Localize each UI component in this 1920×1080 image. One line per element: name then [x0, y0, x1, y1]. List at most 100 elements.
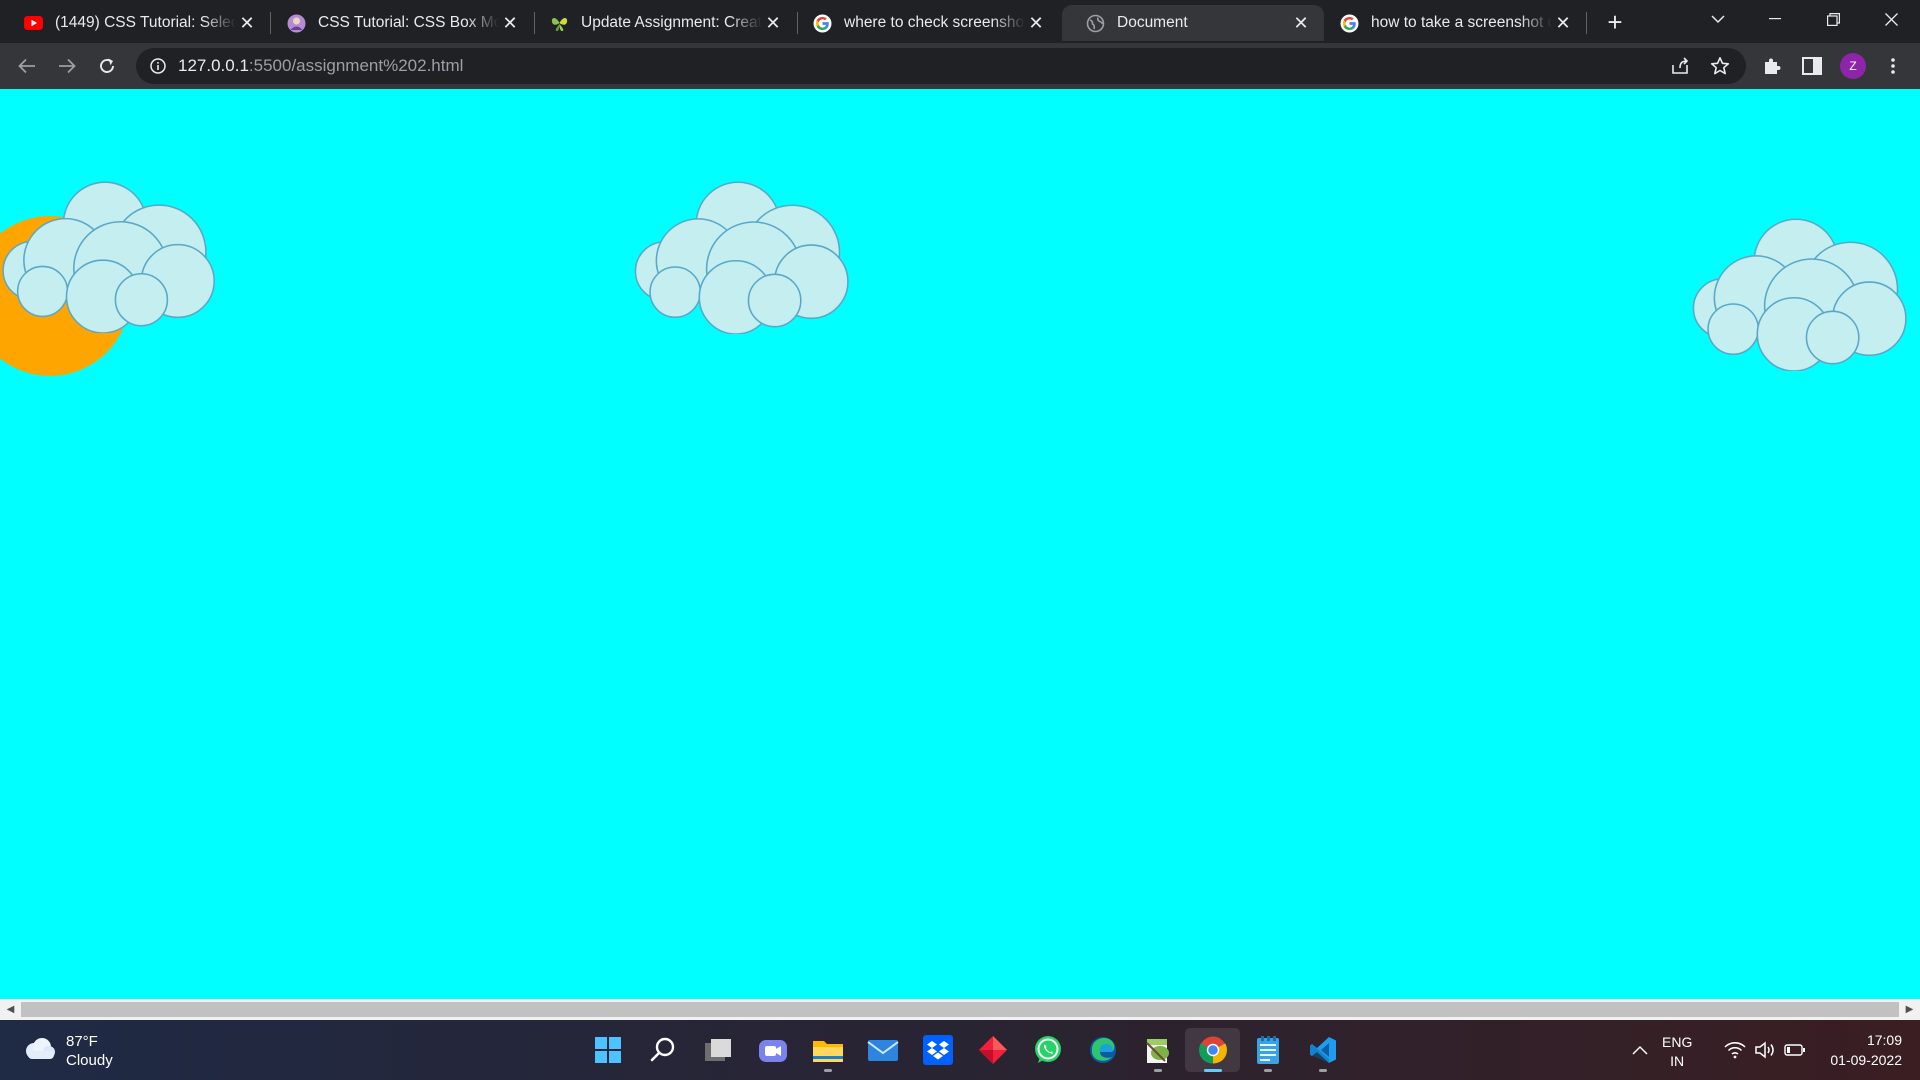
running-indicator: [1263, 1069, 1272, 1072]
mail-icon: [866, 1040, 899, 1061]
new-tab-button[interactable]: +: [1600, 7, 1630, 37]
tab-title: Document: [1117, 14, 1188, 31]
tab-title: where to check screenshot: [844, 14, 1025, 31]
running-indicator: [823, 1069, 832, 1072]
start-button[interactable]: [580, 1028, 635, 1072]
running-indicator: [1203, 1069, 1222, 1072]
taskbar: 87°F Cloudy ENG IN 17:09 01-09-2022: [0, 1020, 1920, 1080]
dropbox-button[interactable]: [910, 1028, 965, 1072]
close-tab-icon[interactable]: ✕: [1290, 12, 1312, 34]
battery-icon[interactable]: [1784, 1020, 1806, 1080]
teams-chat-icon: [758, 1040, 787, 1062]
search-icon: [650, 1037, 674, 1062]
close-tab-icon[interactable]: ✕: [499, 12, 521, 34]
vscode-icon: [1309, 1037, 1336, 1063]
dropbox-icon: [922, 1035, 953, 1065]
task-view-button[interactable]: [690, 1028, 745, 1072]
weather-widget[interactable]: 87°F Cloudy: [22, 1032, 113, 1070]
youtube-icon: [24, 14, 43, 33]
chrome-button[interactable]: [1185, 1028, 1240, 1072]
address-bar[interactable]: 127.0.0.1:5500/assignment%202.html: [136, 48, 1746, 84]
tab-document[interactable]: Document ✕: [1062, 5, 1324, 41]
profile-avatar[interactable]: Z: [1840, 53, 1866, 79]
butterfly-icon: [550, 14, 569, 33]
close-tab-icon[interactable]: ✕: [236, 12, 258, 34]
bookmark-star-icon[interactable]: [1710, 56, 1730, 81]
show-hidden-icons-chevron-icon[interactable]: [1632, 1020, 1648, 1080]
reload-icon[interactable]: [92, 51, 122, 81]
tab-title: (1449) CSS Tutorial: Selectors: [55, 14, 236, 31]
url-host: 127.0.0.1: [178, 56, 249, 75]
red-diamond-app-button[interactable]: [965, 1028, 1020, 1072]
language-region: IN: [1670, 1053, 1685, 1069]
tab-how-to-take-screenshot[interactable]: how to take a screenshot on ✕: [1316, 5, 1586, 41]
edge-icon: [1089, 1037, 1116, 1063]
file-explorer-button[interactable]: [800, 1028, 855, 1072]
tab-strip: (1449) CSS Tutorial: Selectors ✕ CSS Tut…: [0, 0, 1920, 43]
back-arrow-icon[interactable]: [12, 51, 42, 81]
running-indicator: [1153, 1069, 1162, 1072]
cloud: [0, 177, 220, 333]
tab-css-box-model[interactable]: CSS Tutorial: CSS Box Model ✕: [263, 5, 533, 41]
task-view-icon: [704, 1039, 731, 1061]
restore-icon[interactable]: [1810, 0, 1856, 38]
cloud: [1680, 214, 1912, 371]
language-code: ENG: [1662, 1034, 1693, 1050]
notepad-icon: [1256, 1036, 1279, 1064]
red-diamond-app-icon: [978, 1036, 1007, 1064]
site-info-icon[interactable]: [148, 56, 168, 76]
mail-button[interactable]: [855, 1028, 910, 1072]
weather-condition: Cloudy: [66, 1052, 113, 1069]
notepad-plus-plus-icon: [1145, 1039, 1169, 1063]
tab-title: Update Assignment: Create: [581, 14, 762, 31]
kebab-menu-icon[interactable]: [1878, 51, 1908, 81]
google-icon: [813, 14, 832, 33]
url-path: :5500/assignment%202.html: [248, 56, 464, 75]
notepad-plus-plus-button[interactable]: [1130, 1028, 1185, 1072]
taskbar-clock[interactable]: 17:09 01-09-2022: [1810, 1030, 1902, 1070]
tab-title: CSS Tutorial: CSS Box Model: [318, 14, 499, 31]
edge-button[interactable]: [1075, 1028, 1130, 1072]
language-indicator[interactable]: ENG IN: [1662, 1033, 1692, 1071]
tab-search-chevron-icon[interactable]: [1695, 0, 1741, 38]
notepad-button[interactable]: [1240, 1028, 1295, 1072]
horizontal-scrollbar[interactable]: ◀ ▶: [0, 999, 1920, 1020]
scroll-left-arrow-icon[interactable]: ◀: [0, 999, 21, 1020]
scrollbar-thumb[interactable]: [21, 1002, 1899, 1017]
running-indicator: [1318, 1069, 1327, 1072]
page-viewport: [0, 89, 1920, 999]
vscode-button[interactable]: [1295, 1028, 1350, 1072]
tab-youtube[interactable]: (1449) CSS Tutorial: Selectors ✕: [0, 5, 270, 41]
cloud: [622, 177, 854, 334]
start-icon: [594, 1037, 621, 1063]
weather-temperature: 87°F: [66, 1033, 98, 1050]
site-avatar-icon: [287, 14, 306, 33]
minimize-icon[interactable]: [1752, 0, 1798, 38]
volume-icon[interactable]: [1754, 1020, 1776, 1080]
close-tab-icon[interactable]: ✕: [762, 12, 784, 34]
search-button[interactable]: [635, 1028, 690, 1072]
close-window-icon[interactable]: [1868, 0, 1914, 38]
scroll-right-arrow-icon[interactable]: ▶: [1899, 999, 1920, 1020]
wifi-icon[interactable]: [1724, 1020, 1746, 1080]
globe-icon: [1086, 14, 1105, 33]
extensions-puzzle-icon[interactable]: [1757, 51, 1787, 81]
whatsapp-button[interactable]: [1020, 1028, 1075, 1072]
close-tab-icon[interactable]: ✕: [1025, 12, 1047, 34]
google-icon: [1340, 14, 1359, 33]
share-icon[interactable]: [1670, 56, 1690, 81]
browser-window: (1449) CSS Tutorial: Selectors ✕ CSS Tut…: [0, 0, 1920, 1080]
chrome-icon: [1198, 1036, 1227, 1064]
url-text: 127.0.0.1:5500/assignment%202.html: [178, 56, 463, 76]
teams-chat-button[interactable]: [745, 1028, 800, 1072]
cloud-weather-icon: [22, 1037, 56, 1066]
forward-arrow-icon[interactable]: [52, 51, 82, 81]
tab-divider: [1586, 12, 1587, 34]
taskbar-apps: [580, 1028, 1350, 1072]
close-tab-icon[interactable]: ✕: [1552, 12, 1574, 34]
side-panel-icon[interactable]: [1797, 51, 1827, 81]
browser-toolbar: 127.0.0.1:5500/assignment%202.html Z: [0, 43, 1920, 89]
whatsapp-icon: [1034, 1036, 1061, 1063]
tab-update-assignment[interactable]: Update Assignment: Create ✕: [526, 5, 796, 41]
tab-where-to-check-screenshot[interactable]: where to check screenshot ✕: [789, 5, 1059, 41]
